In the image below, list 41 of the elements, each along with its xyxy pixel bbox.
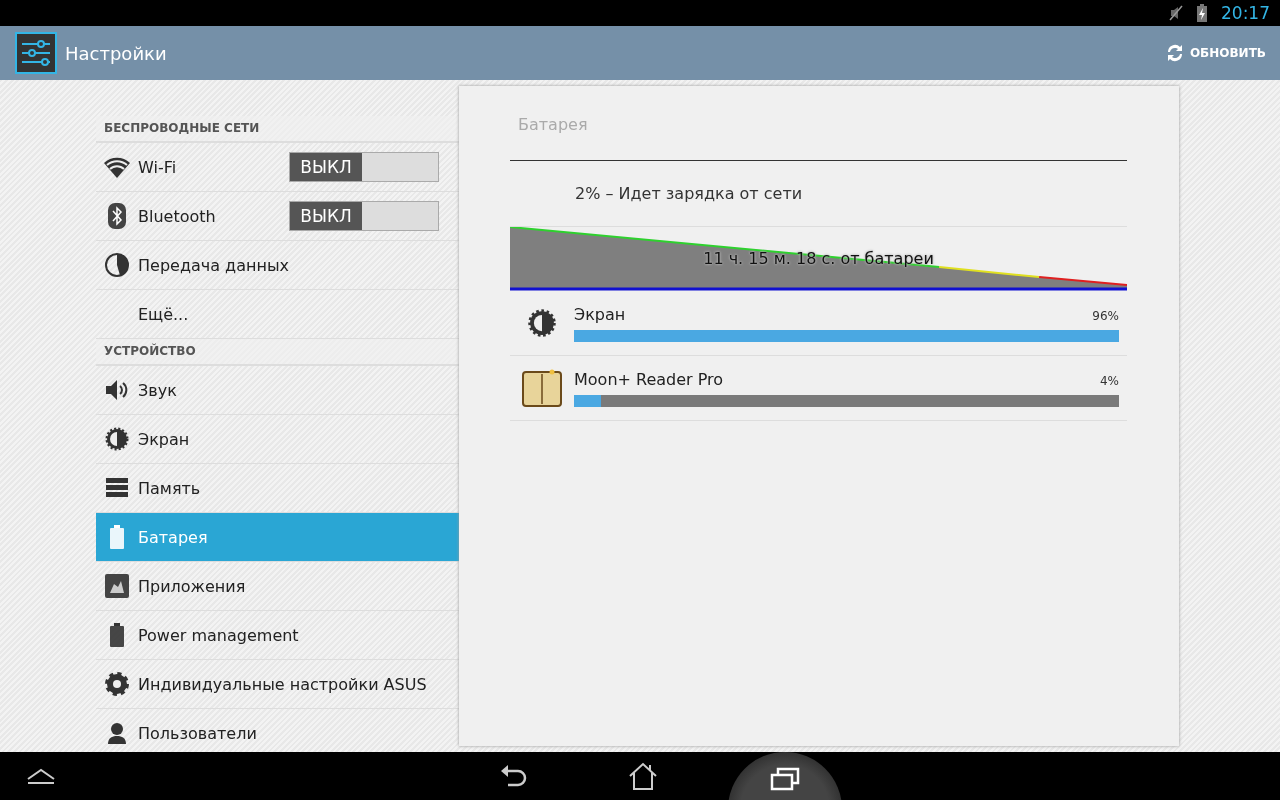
section-header: БЕСПРОВОДНЫЕ СЕТИ (96, 116, 459, 143)
section-header: УСТРОЙСТВО (96, 339, 459, 366)
brightness-icon (527, 308, 557, 338)
pie-icon (104, 252, 130, 278)
settings-item[interactable]: Экран (96, 415, 459, 464)
back-icon[interactable] (500, 763, 528, 789)
usage-percent: 4% (1099, 374, 1119, 388)
storage-icon (106, 478, 128, 498)
panel-title: Батарея (510, 86, 1127, 161)
up-chevron-icon[interactable] (26, 767, 56, 785)
settings-item[interactable]: Передача данных (96, 241, 459, 290)
user-icon (107, 722, 127, 744)
gear-icon (104, 671, 130, 697)
settings-item[interactable]: Звук (96, 366, 459, 415)
settings-item[interactable]: Приложения (96, 562, 459, 611)
battery-icon (110, 525, 124, 549)
wifi-icon (104, 156, 130, 178)
mute-icon (1169, 5, 1183, 21)
clock: 20:17 (1221, 3, 1270, 23)
charging-status: 2% – Идет зарядка от сети (510, 161, 1127, 227)
app-name: Экран (574, 305, 626, 324)
settings-item[interactable]: Индивидуальные настройки ASUS (96, 660, 459, 709)
app-title: Настройки (65, 42, 168, 64)
recent-apps-icon (770, 766, 800, 792)
book-icon (522, 368, 562, 408)
usage-percent: 96% (1092, 309, 1119, 323)
settings-icon[interactable] (15, 32, 57, 74)
app-name: Moon+ Reader Pro (574, 370, 724, 389)
settings-item[interactable]: Power management (96, 611, 459, 660)
settings-item[interactable]: Bluetooth ВЫКЛ (96, 192, 459, 241)
settings-item[interactable]: Wi-Fi ВЫКЛ (96, 143, 459, 192)
battery-charging-icon (1197, 4, 1207, 22)
toggle-switch[interactable]: ВЫКЛ (289, 152, 439, 182)
bluetooth-icon (108, 203, 126, 229)
usage-item[interactable]: Moon+ Reader Pro 4% (510, 356, 1127, 421)
brightness-icon (105, 427, 129, 451)
apps-icon (105, 574, 129, 598)
home-icon[interactable] (628, 762, 658, 790)
usage-item[interactable]: Экран 96% (510, 291, 1127, 356)
toggle-switch[interactable]: ВЫКЛ (289, 201, 439, 231)
battery-icon (110, 623, 124, 647)
